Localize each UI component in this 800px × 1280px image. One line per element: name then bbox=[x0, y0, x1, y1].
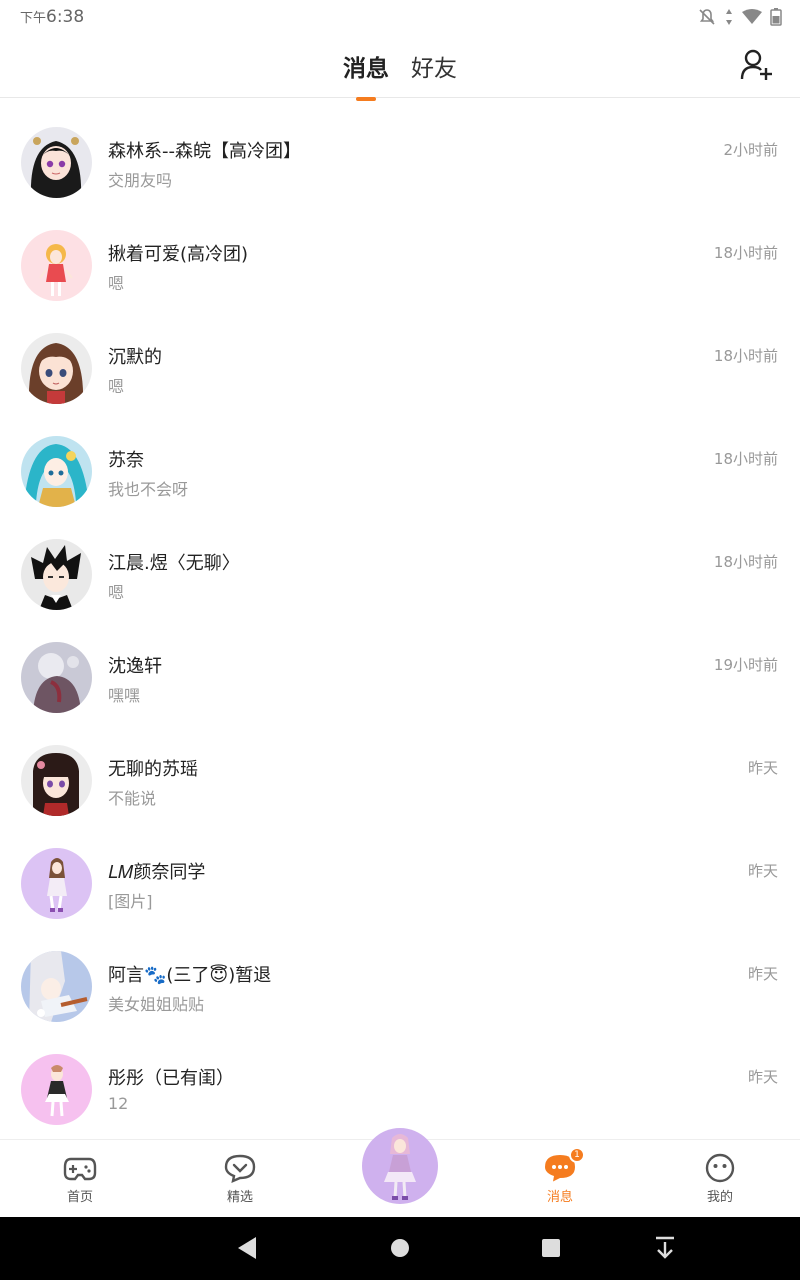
message-preview: [图片] bbox=[108, 892, 153, 911]
avatar bbox=[21, 642, 92, 713]
contact-name: 江晨.煜〈无聊〉 bbox=[108, 553, 240, 574]
message-time: 昨天 bbox=[747, 965, 778, 983]
message-time: 昨天 bbox=[747, 862, 778, 880]
nav-featured-label: 精选 bbox=[226, 1190, 253, 1205]
hide-nav-icon[interactable] bbox=[654, 1235, 676, 1261]
conversation-list: 森林系--森皖【高冷团】 交朋友吗 2小时前 揪着可爱(高冷团) 嗯 18小时前… bbox=[0, 99, 800, 1139]
contact-name: 沈逸轩 bbox=[108, 656, 162, 677]
nav-featured[interactable]: 精选 bbox=[160, 1140, 320, 1217]
message-icon-wrap: 1 bbox=[543, 1147, 585, 1183]
notifications-off-icon bbox=[699, 9, 715, 25]
message-time: 18小时前 bbox=[713, 244, 778, 262]
message-preview: 不能说 bbox=[108, 789, 157, 808]
status-time: 下午6:38 bbox=[20, 7, 84, 27]
person-add-icon[interactable] bbox=[740, 48, 774, 82]
avatar bbox=[21, 333, 92, 404]
contact-name: 无聊的苏瑶 bbox=[108, 759, 198, 780]
message-time: 18小时前 bbox=[713, 347, 778, 365]
avatar bbox=[21, 1054, 92, 1125]
avatar bbox=[21, 745, 92, 816]
status-bar: 下午6:38 bbox=[0, 0, 800, 34]
conversation-item[interactable]: 𝐿𝑀颜奈同学 [图片] 昨天 bbox=[0, 820, 800, 923]
wifi-icon bbox=[742, 9, 762, 24]
conversation-item[interactable]: 江晨.煜〈无聊〉 嗯 18小时前 bbox=[0, 511, 800, 614]
status-clock: 6:38 bbox=[46, 7, 85, 27]
status-ampm: 下午 bbox=[20, 11, 47, 26]
conversation-item[interactable]: 阿言🐾(三了😇)暂退 美女姐姐贴贴 昨天 bbox=[0, 923, 800, 1026]
nav-home-label: 首页 bbox=[66, 1190, 93, 1205]
unread-badge: 1 bbox=[569, 1147, 585, 1163]
avatar bbox=[362, 1128, 438, 1204]
gamepad-icon bbox=[63, 1157, 97, 1181]
contact-name: 沉默的 bbox=[108, 347, 162, 368]
nav-messages[interactable]: 1 消息 bbox=[480, 1140, 640, 1217]
center-avatar-button[interactable] bbox=[362, 1128, 438, 1204]
data-arrows-icon bbox=[726, 9, 732, 25]
contact-name: 阿言🐾(三了😇)暂退 bbox=[108, 965, 272, 986]
heart-chat-icon bbox=[224, 1154, 256, 1183]
message-time: 2小时前 bbox=[723, 141, 778, 159]
header: 消息 好友 bbox=[0, 34, 800, 101]
message-preview: 交朋友吗 bbox=[108, 171, 173, 190]
message-preview: 12 bbox=[108, 1094, 129, 1113]
message-preview: 嗯 bbox=[108, 583, 125, 602]
message-preview: 嗯 bbox=[108, 274, 125, 293]
message-time: 昨天 bbox=[747, 759, 778, 777]
status-icons bbox=[698, 8, 782, 26]
conversation-item[interactable]: 森林系--森皖【高冷团】 交朋友吗 2小时前 bbox=[0, 99, 800, 202]
message-time: 18小时前 bbox=[713, 553, 778, 571]
contact-name: 揪着可爱(高冷团) bbox=[108, 244, 249, 265]
message-preview: 我也不会呀 bbox=[108, 480, 189, 499]
contact-name: 彤彤（已有闺） bbox=[108, 1068, 234, 1089]
tab-bar: 消息 好友 bbox=[0, 34, 800, 101]
avatar bbox=[21, 951, 92, 1022]
avatar bbox=[21, 848, 92, 919]
message-time: 昨天 bbox=[747, 1068, 778, 1086]
contact-name: 森林系--森皖【高冷团】 bbox=[108, 141, 301, 162]
conversation-item[interactable]: 彤彤（已有闺） 12 昨天 bbox=[0, 1026, 800, 1129]
home-icon[interactable] bbox=[389, 1235, 411, 1261]
contact-name: 𝐿𝑀颜奈同学 bbox=[108, 862, 206, 883]
nav-home[interactable]: 首页 bbox=[0, 1140, 160, 1217]
conversation-item[interactable]: 沉默的 嗯 18小时前 bbox=[0, 305, 800, 408]
nav-messages-label: 消息 bbox=[546, 1190, 573, 1205]
message-preview: 嗯 bbox=[108, 377, 125, 396]
message-preview: 美女姐姐贴贴 bbox=[108, 995, 205, 1014]
avatar bbox=[21, 127, 92, 198]
avatar bbox=[21, 539, 92, 610]
conversation-item[interactable]: 沈逸轩 嘿嘿 19小时前 bbox=[0, 614, 800, 717]
nav-profile-label: 我的 bbox=[706, 1190, 733, 1205]
conversation-item[interactable]: 苏奈 我也不会呀 18小时前 bbox=[0, 408, 800, 511]
recents-icon[interactable] bbox=[540, 1235, 562, 1261]
conversation-item[interactable]: 揪着可爱(高冷团) 嗯 18小时前 bbox=[0, 202, 800, 305]
contact-name: 苏奈 bbox=[108, 450, 144, 471]
back-icon[interactable] bbox=[236, 1235, 258, 1261]
message-preview: 嘿嘿 bbox=[108, 686, 141, 705]
battery-icon bbox=[770, 8, 782, 26]
message-time: 18小时前 bbox=[713, 450, 778, 468]
tab-messages[interactable]: 消息 bbox=[343, 49, 389, 101]
avatar bbox=[21, 436, 92, 507]
system-nav-bar bbox=[0, 1217, 800, 1280]
conversation-item[interactable]: 无聊的苏瑶 不能说 昨天 bbox=[0, 717, 800, 820]
avatar bbox=[21, 230, 92, 301]
message-time: 19小时前 bbox=[713, 656, 778, 674]
face-icon bbox=[705, 1153, 735, 1183]
nav-profile[interactable]: 我的 bbox=[640, 1140, 800, 1217]
tab-friends[interactable]: 好友 bbox=[411, 49, 457, 83]
